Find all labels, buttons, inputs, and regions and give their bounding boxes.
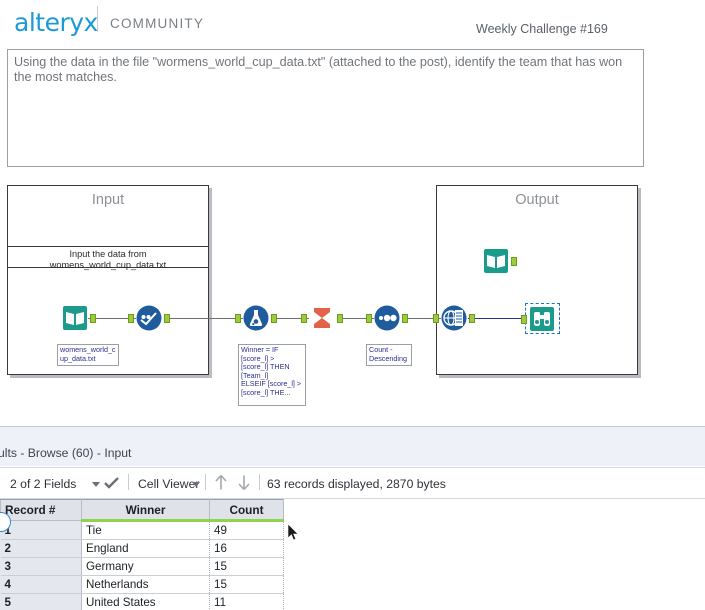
anchor-output-browse-mid[interactable]: [469, 314, 475, 323]
toolbar-separator-2: [205, 474, 206, 490]
book-icon: [484, 249, 508, 273]
globe-chart-icon: [441, 305, 467, 331]
challenge-description-text: Using the data in the file "wormens_worl…: [14, 55, 623, 84]
container-input-shadow: [10, 375, 212, 378]
container-input-title: Input: [91, 192, 125, 208]
flask-icon: [243, 305, 269, 331]
sort-line-2: Descending: [369, 353, 407, 363]
container-output-title: Output: [515, 192, 559, 208]
toolbar-separator-1: [128, 474, 129, 490]
tool-sort[interactable]: [366, 305, 408, 331]
table-row[interactable]: 4 Netherlands 15: [0, 575, 284, 594]
anchor-input-select[interactable]: [128, 314, 134, 323]
tool-browse-mid[interactable]: [433, 305, 475, 331]
anchor-output-summarize[interactable]: [337, 314, 343, 323]
check-icon[interactable]: [104, 477, 119, 489]
app-header: alteryx COMMUNITY Weekly Challenge #169: [0, 0, 705, 44]
tool-label-formula: Winner = IF [score_l] > [score_l] THEN […: [238, 344, 306, 406]
anchor-output-select[interactable]: [164, 314, 170, 323]
results-data-grid[interactable]: Record # Winner Count 1 Tie 49 2 England…: [0, 499, 705, 610]
arrow-down-icon[interactable]: [236, 474, 252, 491]
anchor-output-input-tool[interactable]: [90, 314, 96, 323]
anchor-input-summarize[interactable]: [301, 314, 307, 323]
table-body: 1 Tie 49 2 England 16 3 Germany 15 4 Net…: [0, 520, 284, 610]
book-icon: [63, 306, 87, 330]
container-output-shadow-right: [638, 188, 641, 378]
col-header-record[interactable]: Record #: [0, 499, 82, 521]
challenge-description-box: Using the data in the file "wormens_worl…: [7, 49, 644, 167]
cell-count[interactable]: 49: [209, 520, 284, 540]
select-icon: [136, 305, 162, 331]
formula-line-6: [score_l] THE...: [241, 387, 291, 397]
toolbar-separator-3: [259, 474, 260, 490]
tool-summarize[interactable]: [301, 305, 343, 331]
col-header-count[interactable]: Count: [209, 499, 284, 522]
table-row[interactable]: 3 Germany 15: [0, 557, 284, 576]
anchor-input-browse-mid[interactable]: [433, 314, 439, 323]
container-output-shadow: [439, 375, 641, 378]
anchor-output-formula[interactable]: [271, 314, 277, 323]
dots-icon: [374, 305, 400, 331]
anchor-input-formula[interactable]: [235, 314, 241, 323]
wire-browsemid-to-browse: [468, 318, 522, 319]
col-header-winner[interactable]: Winner: [81, 499, 210, 522]
results-panel-title: ults - Browse (60) - Input: [0, 446, 132, 460]
tool-input-data[interactable]: [62, 305, 96, 331]
grid-empty-area: [256, 499, 705, 610]
anchor-input-browse-selected[interactable]: [521, 315, 527, 324]
cell-record: 3: [0, 557, 82, 576]
cell-winner[interactable]: Tie: [81, 520, 210, 540]
table-row[interactable]: 2 England 16: [0, 539, 284, 558]
workflow-canvas[interactable]: Input Input the data from womens_world_c…: [0, 178, 705, 424]
anchor-input-sort[interactable]: [366, 314, 372, 323]
records-status-label: 63 records displayed, 2870 bytes: [267, 477, 446, 491]
cell-winner[interactable]: Germany: [81, 557, 210, 576]
cell-count[interactable]: 16: [209, 539, 284, 558]
mouse-cursor: [288, 524, 299, 541]
cell-winner[interactable]: United States: [81, 593, 210, 610]
table-row[interactable]: 1 Tie 49: [0, 520, 284, 540]
arrow-up-icon[interactable]: [213, 474, 229, 491]
tool-input-data-output[interactable]: [483, 248, 517, 274]
container-input-shadow-right: [209, 188, 212, 378]
container-input-annotation-line1: Input the data from: [69, 249, 147, 259]
tool-label-sort: Count - Descending: [366, 344, 412, 366]
header-section-label: COMMUNITY: [110, 16, 205, 31]
tool-label-input-line2: up_data.txt: [60, 353, 96, 363]
sigma-icon: [314, 308, 330, 328]
container-output[interactable]: Output: [436, 185, 638, 375]
cell-count[interactable]: 15: [209, 575, 284, 594]
cell-record: 5: [0, 593, 82, 610]
cell-winner[interactable]: England: [81, 539, 210, 558]
tool-label-input-data: womens_world_c up_data.txt: [57, 344, 119, 366]
cell-record: 1: [0, 520, 82, 540]
fields-selector-label[interactable]: 2 of 2 Fields: [10, 477, 76, 491]
results-table[interactable]: Record # Winner Count 1 Tie 49 2 England…: [0, 499, 284, 610]
tool-select[interactable]: [128, 305, 170, 331]
wire-select-to-formula: [165, 318, 243, 319]
cell-record: 4: [0, 575, 82, 594]
cell-count[interactable]: 11: [209, 593, 284, 610]
cell-viewer-label[interactable]: Cell Viewer: [138, 477, 199, 491]
tool-formula[interactable]: [235, 305, 277, 331]
fields-selector-caret[interactable]: [92, 482, 100, 487]
anchor-output-sort[interactable]: [402, 314, 408, 323]
container-input-annotation-line2: womens_world_cup_data.txt: [49, 259, 167, 270]
challenge-title: Weekly Challenge #169: [476, 22, 608, 36]
cell-count[interactable]: 15: [209, 557, 284, 576]
table-header-row: Record # Winner Count: [0, 499, 284, 522]
cell-viewer-caret[interactable]: [192, 482, 200, 487]
container-input-annotation: Input the data from womens_world_cup_dat…: [8, 246, 208, 270]
table-row[interactable]: 5 United States 11: [0, 593, 284, 610]
cell-record: 2: [0, 539, 82, 558]
cell-winner[interactable]: Netherlands: [81, 575, 210, 594]
binoculars-icon: [530, 307, 554, 331]
header-divider: [97, 6, 98, 32]
tool-browse-selected[interactable]: [521, 306, 555, 332]
anchor-output-input-data-output[interactable]: [511, 257, 517, 266]
alteryx-logo: alteryx: [14, 8, 98, 37]
